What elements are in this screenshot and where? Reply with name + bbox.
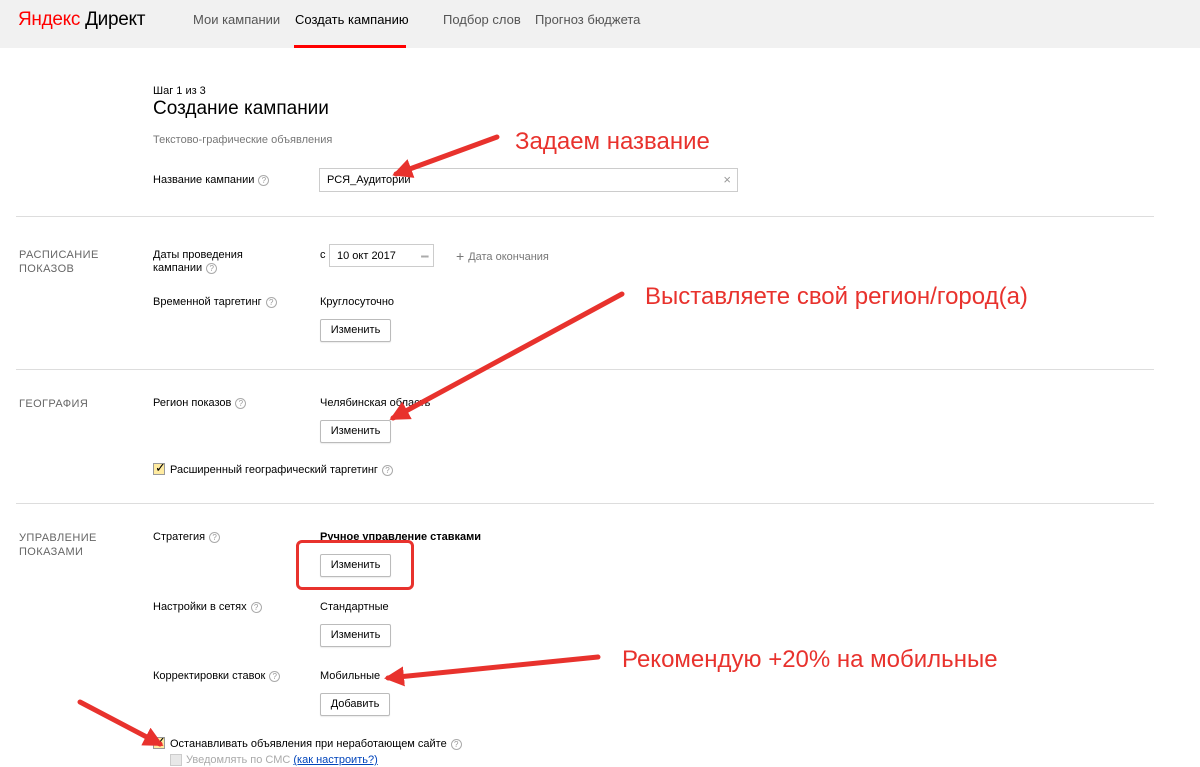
nav-budget-forecast[interactable]: Прогноз бюджета: [535, 12, 640, 27]
stop-ads-label[interactable]: Останавливать объявления при неработающе…: [170, 738, 462, 750]
sms-notify-checkbox[interactable]: [170, 754, 182, 766]
help-icon[interactable]: ?: [381, 464, 393, 476]
how-to-setup-link[interactable]: (как настроить?): [293, 754, 377, 766]
help-icon[interactable]: ?: [258, 174, 270, 186]
nav-create-campaign[interactable]: Создать кампанию: [295, 12, 409, 27]
strategy-highlight-box: [296, 540, 414, 590]
active-tab-underline: [294, 45, 406, 48]
change-network-settings-button[interactable]: Изменить: [320, 624, 391, 647]
help-icon[interactable]: ?: [269, 670, 281, 682]
nav-my-campaigns[interactable]: Мои кампании: [193, 12, 280, 27]
campaign-name-input[interactable]: РСЯ_Аудитории ×: [319, 168, 738, 192]
section-schedule: РАСПИСАНИЕ ПОКАЗОВ: [19, 249, 99, 275]
arrow-to-mobile: [384, 654, 601, 687]
step-indicator: Шаг 1 из 3: [153, 85, 206, 97]
section-divider: [16, 216, 1154, 217]
change-time-targeting-button[interactable]: Изменить: [320, 319, 391, 342]
help-icon[interactable]: ?: [250, 601, 262, 613]
yandex-direct-logo[interactable]: Яндекс Директ: [18, 9, 145, 31]
start-date-value: 10 окт 2017: [337, 250, 396, 262]
help-icon[interactable]: ?: [209, 531, 221, 543]
add-end-date-link[interactable]: + Дата окончания: [456, 248, 549, 264]
start-date-input[interactable]: 10 окт 2017 ▪▪▪▪: [329, 244, 434, 267]
arrow-to-stop-ads: [77, 699, 164, 747]
help-icon[interactable]: ?: [235, 397, 247, 409]
network-settings-value: Стандартные: [320, 601, 389, 613]
plus-icon: +: [456, 248, 465, 264]
change-region-button[interactable]: Изменить: [320, 420, 391, 443]
strategy-label: Стратегия?: [153, 531, 221, 544]
campaign-dates-label: Даты проведения кампании?: [153, 249, 243, 274]
annotation-set-name: Задаем название: [515, 128, 710, 155]
help-icon[interactable]: ?: [265, 296, 277, 308]
sms-notify-label: Уведомлять по СМС (как настроить?): [186, 754, 378, 766]
region-label: Регион показов?: [153, 397, 247, 410]
add-bid-adjustment-button[interactable]: Добавить: [320, 693, 390, 716]
extended-geo-label[interactable]: Расширенный географический таргетинг?: [170, 464, 393, 476]
help-icon[interactable]: ?: [206, 262, 218, 274]
section-divider: [16, 369, 1154, 370]
clear-icon[interactable]: ×: [723, 172, 731, 187]
page-title: Создание кампании: [153, 98, 329, 119]
network-settings-label: Настройки в сетях?: [153, 601, 262, 614]
date-from-prefix: с: [320, 249, 326, 261]
help-icon[interactable]: ?: [450, 738, 462, 750]
time-targeting-label: Временной таргетинг?: [153, 296, 277, 309]
calendar-icon[interactable]: ▪▪▪▪: [421, 252, 429, 261]
bid-adjustments-label: Корректировки ставок?: [153, 670, 281, 683]
time-targeting-value: Круглосуточно: [320, 296, 395, 308]
checkmark-icon: ✓: [155, 460, 166, 475]
section-management: УПРАВЛЕНИЕ ПОКАЗАМИ: [19, 532, 97, 558]
campaign-type: Текстово-графические объявления: [153, 134, 333, 146]
annotation-mobile-bids: Рекомендую +20% на мобильные: [622, 646, 998, 673]
bid-adjustments-value: Мобильные: [320, 670, 381, 682]
checkmark-icon: ✓: [155, 734, 166, 749]
section-geography: ГЕОГРАФИЯ: [19, 398, 89, 410]
extended-geo-checkbox[interactable]: ✓: [153, 460, 166, 475]
section-divider: [16, 503, 1154, 504]
top-bar: Яндекс Директ Мои кампании Создать кампа…: [0, 0, 1200, 48]
nav-keyword-selection[interactable]: Подбор слов: [443, 12, 521, 27]
campaign-name-value: РСЯ_Аудитории: [327, 174, 411, 186]
region-value: Челябинская область: [320, 397, 431, 409]
annotation-set-region: Выставляете свой регион/город(а): [645, 283, 1028, 310]
stop-ads-checkbox[interactable]: ✓: [153, 734, 166, 749]
campaign-name-label: Название кампании?: [153, 174, 270, 187]
